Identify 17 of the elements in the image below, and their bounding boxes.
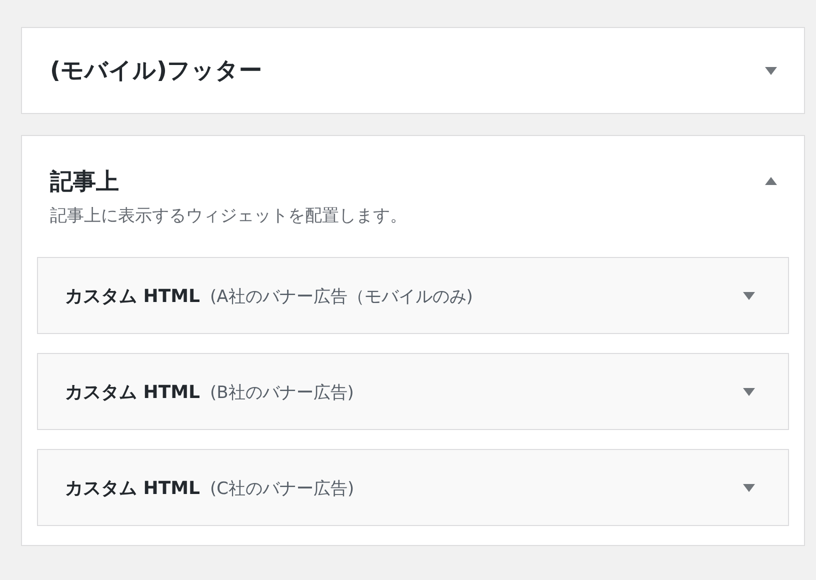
widget-title: (C社のバナー広告) <box>210 478 354 500</box>
caret-icon[interactable] <box>765 66 777 74</box>
widget-name: カスタム HTML <box>65 284 200 308</box>
widget-name: カスタム HTML <box>65 476 200 500</box>
sidebar-title[interactable]: 記事上 <box>50 166 119 196</box>
sidebar-description: 記事上に表示するウィジェットを配置します。 <box>50 205 408 228</box>
caret-icon[interactable] <box>743 484 755 492</box>
caret-icon[interactable] <box>765 177 777 185</box>
widget-title: (B社のバナー広告) <box>210 382 354 404</box>
caret-icon[interactable] <box>743 388 755 396</box>
widget-title: (A社のバナー広告（モバイルのみ) <box>210 286 473 308</box>
caret-icon[interactable] <box>743 292 755 300</box>
sidebar-title[interactable]: (モバイル)フッター <box>50 55 262 86</box>
widget-item[interactable]: カスタム HTML (B社のバナー広告) <box>37 353 789 430</box>
widget-name: カスタム HTML <box>65 380 200 404</box>
widget-item[interactable]: カスタム HTML (A社のバナー広告（モバイルのみ) <box>37 257 789 334</box>
widget-item[interactable]: カスタム HTML (C社のバナー広告) <box>37 449 789 526</box>
